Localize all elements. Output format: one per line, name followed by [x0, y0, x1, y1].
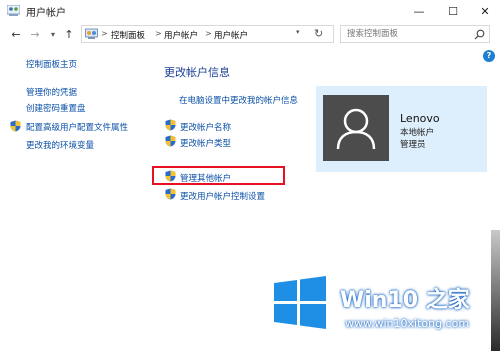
- sidebar-item-control-panel-home[interactable]: 控制面板主页: [26, 58, 77, 70]
- windows-logo-icon: [274, 276, 326, 329]
- arrow-right-icon: →: [30, 27, 40, 41]
- control-panel-icon: [85, 28, 98, 39]
- avatar: [323, 95, 389, 161]
- uac-shield-icon: [165, 119, 176, 131]
- search-icon[interactable]: [474, 29, 485, 40]
- close-button[interactable]: ✕: [470, 0, 500, 22]
- close-icon: ✕: [480, 4, 490, 18]
- navigation-bar: ← → ▾ ↑ > 控制面板 > 用户帐户 > 用户帐户 ▾ ↻: [0, 22, 500, 46]
- user-silhouette-icon: [336, 108, 376, 150]
- up-button[interactable]: ↑: [62, 26, 76, 42]
- minimize-button[interactable]: —: [404, 0, 434, 22]
- breadcrumb-control-panel[interactable]: 控制面板: [111, 29, 145, 41]
- breadcrumb-user-accounts-current[interactable]: 用户帐户: [214, 29, 248, 41]
- user-accounts-window: 用户帐户 — ☐ ✕ ← → ▾ ↑ > 控制面板 > 用户帐户 > 用户帐户 …: [0, 0, 500, 351]
- uac-shield-icon: [165, 170, 176, 182]
- sidebar-item-manage-credentials[interactable]: 管理你的凭据: [26, 86, 77, 98]
- uac-shield-icon: [165, 188, 176, 200]
- address-bar[interactable]: > 控制面板 > 用户帐户 > 用户帐户 ▾ ↻: [81, 25, 334, 43]
- maximize-button[interactable]: ☐: [438, 0, 468, 22]
- sidebar-item-change-environment-variables[interactable]: 更改我的环境变量: [26, 139, 94, 151]
- change-uac-settings-link[interactable]: 更改用户帐户控制设置: [180, 190, 265, 202]
- account-type-label: 本地帐户: [400, 128, 435, 138]
- window-shadow-edge: [491, 230, 500, 351]
- page-title: 更改帐户信息: [164, 66, 230, 79]
- user-name: Lenovo: [400, 112, 440, 125]
- maximize-icon: ☐: [448, 4, 458, 18]
- search-input[interactable]: [347, 28, 467, 40]
- change-account-name-link[interactable]: 更改帐户名称: [180, 121, 231, 133]
- watermark-url: www.win10xitong.com: [345, 317, 470, 330]
- title-bar: 用户帐户 — ☐ ✕: [0, 0, 500, 22]
- address-dropdown-icon[interactable]: ▾: [296, 28, 300, 36]
- back-button[interactable]: ←: [9, 26, 23, 42]
- minimize-icon: —: [413, 4, 425, 18]
- sidebar-item-advanced-profile-properties[interactable]: 配置高级用户配置文件属性: [26, 121, 128, 133]
- account-role-label: 管理员: [400, 140, 426, 150]
- refresh-icon[interactable]: ↻: [314, 27, 323, 40]
- arrow-up-icon: ↑: [64, 27, 74, 41]
- uac-shield-icon: [165, 135, 176, 147]
- change-account-type-link[interactable]: 更改帐户类型: [180, 137, 231, 149]
- sidebar-item-create-password-reset-disk[interactable]: 创建密码重置盘: [26, 102, 86, 114]
- help-button[interactable]: ?: [483, 50, 495, 62]
- watermark-brand: Win10 之家: [340, 288, 470, 313]
- search-box[interactable]: [340, 25, 490, 43]
- arrow-left-icon: ←: [11, 27, 21, 41]
- recent-locations-button[interactable]: ▾: [46, 26, 60, 42]
- breadcrumb-separator: >: [155, 29, 162, 38]
- chevron-down-icon: ▾: [50, 29, 55, 39]
- forward-button[interactable]: →: [28, 26, 42, 42]
- pc-settings-account-link[interactable]: 在电脑设置中更改我的帐户信息: [179, 94, 298, 106]
- breadcrumb-user-accounts[interactable]: 用户帐户: [164, 29, 198, 41]
- window-title: 用户帐户: [26, 8, 66, 19]
- uac-shield-icon: [10, 120, 21, 132]
- manage-other-accounts-link[interactable]: 管理其他帐户: [180, 172, 231, 184]
- user-accounts-app-icon: [7, 5, 20, 16]
- breadcrumb-separator: >: [205, 29, 212, 38]
- breadcrumb-separator: >: [101, 29, 108, 38]
